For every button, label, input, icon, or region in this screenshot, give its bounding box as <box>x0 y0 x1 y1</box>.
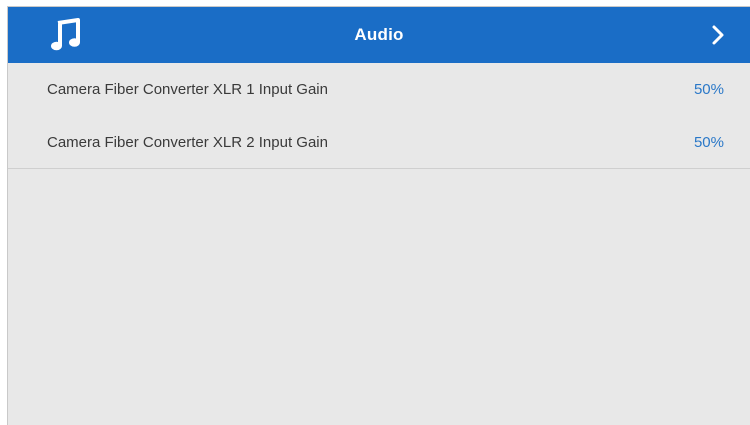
audio-settings-panel: Audio Camera Fiber Converter XLR 1 Input… <box>7 6 750 425</box>
page-title: Audio <box>354 25 404 44</box>
setting-label: Camera Fiber Converter XLR 2 Input Gain <box>47 133 328 151</box>
chevron-right-icon[interactable] <box>708 21 728 49</box>
settings-list: Camera Fiber Converter XLR 1 Input Gain … <box>8 63 750 169</box>
setting-value[interactable]: 50% <box>694 81 724 98</box>
music-note-icon <box>51 18 80 51</box>
setting-label: Camera Fiber Converter XLR 1 Input Gain <box>47 81 328 98</box>
setting-row-xlr2-gain[interactable]: Camera Fiber Converter XLR 2 Input Gain … <box>8 116 750 169</box>
header-bar: Audio <box>8 7 750 63</box>
setting-row-xlr1-gain[interactable]: Camera Fiber Converter XLR 1 Input Gain … <box>8 63 750 116</box>
setting-value[interactable]: 50% <box>694 134 724 151</box>
